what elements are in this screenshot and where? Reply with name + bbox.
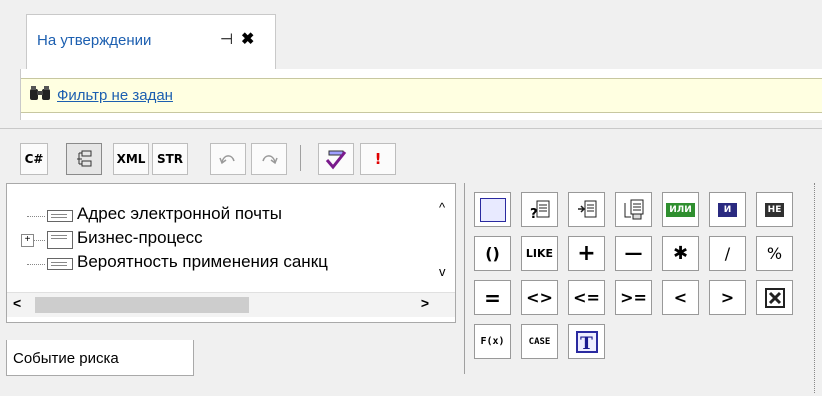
- tree-item-label: Бизнес-процесс: [77, 228, 203, 247]
- group-icon: [47, 231, 73, 249]
- redo-icon: [262, 155, 278, 165]
- operator-palette: ? ИЛИ И НЕ () LIKE + — ✱ / % = <> <= >= …: [474, 192, 814, 382]
- tree-item-label: Вероятность применения санкц: [77, 252, 328, 271]
- less-equal-button[interactable]: <=: [568, 280, 605, 315]
- parameter-button[interactable]: ?: [521, 192, 558, 227]
- field-icon: [47, 258, 73, 270]
- svg-text:?: ?: [530, 207, 538, 221]
- tab-na-utverzhdenii[interactable]: На утверждении ⊣ ✖: [26, 14, 276, 69]
- minus-button[interactable]: —: [615, 236, 652, 271]
- greater-equal-button[interactable]: >=: [615, 280, 652, 315]
- multiply-button[interactable]: ✱: [662, 236, 699, 271]
- tree-view-button[interactable]: [66, 143, 102, 175]
- greater-than-button[interactable]: >: [709, 280, 746, 315]
- panel-splitter[interactable]: [814, 183, 818, 393]
- filter-panel: Фильтр не задан: [21, 78, 822, 113]
- plus-button[interactable]: +: [568, 236, 605, 271]
- not-button[interactable]: НЕ: [756, 192, 793, 227]
- scroll-right-icon[interactable]: >: [421, 295, 429, 311]
- scroll-down-icon[interactable]: v: [439, 264, 446, 279]
- filter-link[interactable]: Фильтр не задан: [57, 87, 173, 104]
- xml-button[interactable]: XML: [113, 143, 149, 175]
- field-ref-button[interactable]: [568, 192, 605, 227]
- scroll-up-icon[interactable]: ^: [439, 200, 445, 215]
- scroll-left-icon[interactable]: <: [13, 295, 21, 311]
- close-icon[interactable]: ✖: [241, 29, 254, 49]
- not-label: НЕ: [764, 202, 785, 217]
- validate-button[interactable]: [318, 143, 354, 175]
- and-button[interactable]: И: [709, 192, 746, 227]
- equals-button[interactable]: =: [474, 280, 511, 315]
- divide-button[interactable]: /: [709, 236, 746, 271]
- undo-icon: [219, 155, 235, 165]
- check-icon: [325, 150, 347, 170]
- toolbar-separator: [300, 145, 301, 171]
- field-tree: Адрес электронной почты + Бизнес-процесс…: [6, 183, 456, 323]
- case-button[interactable]: CASE: [521, 324, 558, 359]
- tree-connector: [27, 264, 45, 265]
- document-tab-strip: На утверждении ⊣ ✖: [0, 0, 822, 69]
- scroll-thumb[interactable]: [35, 297, 249, 313]
- parentheses-button[interactable]: (): [474, 236, 511, 271]
- less-than-button[interactable]: <: [662, 280, 699, 315]
- blank-field-button[interactable]: [474, 192, 511, 227]
- tree-item[interactable]: Вероятность применения санкц: [7, 250, 437, 274]
- tree-item-label: Адрес электронной почты: [77, 204, 282, 223]
- tab-label: Событие риска: [13, 350, 119, 367]
- panel-separator: [464, 183, 465, 374]
- csharp-button[interactable]: C#: [20, 143, 48, 175]
- blank-icon: [479, 197, 506, 222]
- binoculars-icon: [29, 85, 51, 106]
- field-icon: [47, 210, 73, 222]
- vertical-scrollbar[interactable]: ^ v: [435, 184, 455, 292]
- x-box-icon: [764, 287, 785, 308]
- tab-label: На утверждении: [37, 32, 152, 49]
- execute-button[interactable]: !: [360, 143, 396, 175]
- field-ref-icon: [577, 200, 596, 217]
- toolbar: C# XML STR !: [0, 128, 822, 182]
- tree-item[interactable]: + Бизнес-процесс: [7, 226, 437, 250]
- like-button[interactable]: LIKE: [521, 236, 558, 271]
- text-icon: T: [575, 330, 598, 354]
- subquery-icon: [624, 199, 643, 219]
- tab-sobytie-riska[interactable]: Событие риска: [6, 340, 194, 376]
- parameter-icon: ?: [530, 200, 549, 221]
- undo-button[interactable]: [210, 143, 246, 175]
- tree-connector: [33, 240, 45, 241]
- or-label: ИЛИ: [666, 202, 695, 217]
- modulo-button[interactable]: %: [756, 236, 793, 271]
- str-button[interactable]: STR: [152, 143, 188, 175]
- tree-connector: [27, 216, 45, 217]
- function-button[interactable]: F(x): [474, 324, 511, 359]
- and-label: И: [717, 202, 738, 217]
- tree-item[interactable]: Адрес электронной почты: [7, 202, 437, 226]
- or-button[interactable]: ИЛИ: [662, 192, 699, 227]
- null-button[interactable]: [756, 280, 793, 315]
- text-constant-button[interactable]: T: [568, 324, 605, 359]
- subquery-button[interactable]: [615, 192, 652, 227]
- pin-icon[interactable]: ⊣: [220, 30, 233, 48]
- not-equal-button[interactable]: <>: [521, 280, 558, 315]
- redo-button[interactable]: [251, 143, 287, 175]
- filter-bar: Фильтр не задан: [20, 69, 822, 120]
- horizontal-scrollbar[interactable]: < >: [7, 292, 455, 317]
- tree-view-icon: [77, 150, 92, 167]
